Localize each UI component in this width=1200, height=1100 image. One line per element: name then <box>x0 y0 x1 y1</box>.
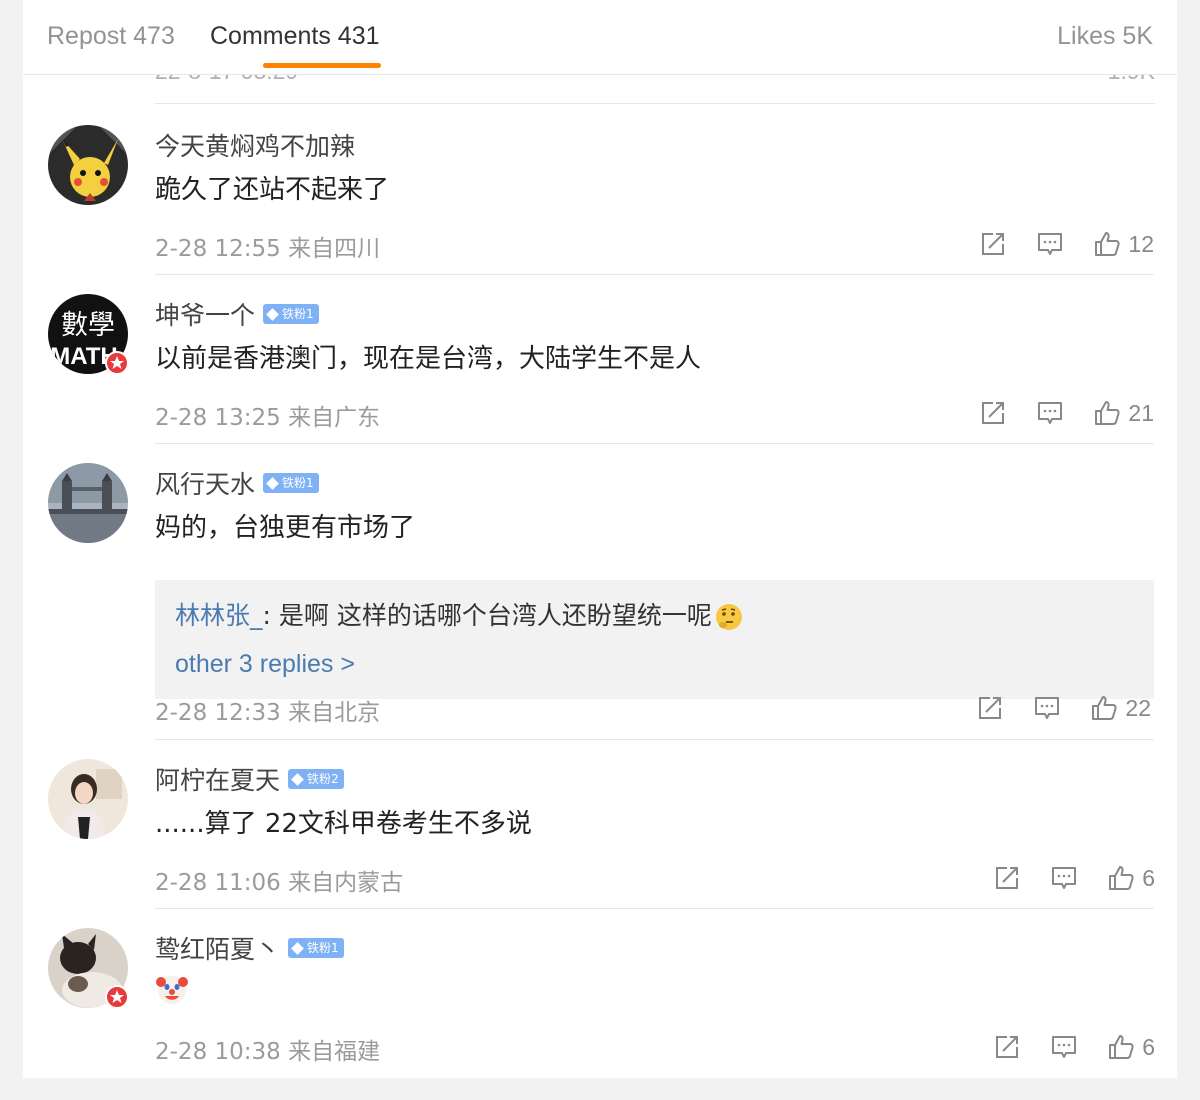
comment-actions: 12 <box>980 229 1154 259</box>
username[interactable]: 阿柠在夏天 <box>155 761 280 797</box>
divider <box>155 274 1154 275</box>
reply-text: : 是啊 这样的话哪个台湾人还盼望统一呢 <box>262 601 712 630</box>
bottom-margin <box>0 1078 1200 1100</box>
username[interactable]: 今天黄焖鸡不加辣 <box>155 127 355 163</box>
reply-username[interactable]: 林林张_ <box>175 601 263 630</box>
reply-preview[interactable]: 林林张_: 是啊 这样的话哪个台湾人还盼望统一呢 other 3 replies… <box>155 580 1154 699</box>
username[interactable]: 坤爷一个 <box>155 296 255 332</box>
comment-time: 2-28 12:55 来自四川 <box>155 236 381 262</box>
username[interactable]: 鸷红陌夏丶 <box>155 930 280 966</box>
share-icon[interactable] <box>977 695 1003 721</box>
comment-item: 數學 MATH 坤爷一个 铁粉1 以前是香港澳门，现在是台湾，大陆学生不是人 2… <box>48 294 1154 444</box>
tab-comments[interactable]: Comments 431 <box>210 22 380 51</box>
comment-item: 今天黄焖鸡不加辣 跪久了还站不起来了 2-28 12:55 来自四川 12 <box>48 125 1154 275</box>
fan-badge: 铁粉1 <box>263 473 319 493</box>
comment-icon[interactable] <box>1051 865 1077 891</box>
share-icon[interactable] <box>994 1034 1020 1060</box>
like-count: 12 <box>1128 230 1154 257</box>
tab-bar: Repost 473 Comments 431 Likes 5K <box>23 0 1177 75</box>
diamond-icon <box>266 476 279 490</box>
vip-badge-icon <box>105 351 129 375</box>
thumbs-up-icon <box>1091 695 1118 721</box>
tab-repost[interactable]: Repost 473 <box>47 22 175 51</box>
comment-time: 2-28 12:33 来自北京 <box>155 700 381 726</box>
reply-item: 林林张_: 是啊 这样的话哪个台湾人还盼望统一呢 <box>175 596 744 632</box>
like-button[interactable]: 6 <box>1108 865 1155 892</box>
comment-item: 鸷红陌夏丶 铁粉1 2-28 10:38 来自福建 6 <box>48 928 1155 1078</box>
svg-text:數學: 數學 <box>61 310 115 341</box>
share-icon[interactable] <box>980 231 1006 257</box>
thinking-face-emoji-icon <box>714 602 744 632</box>
comment-text: ......算了 22文科甲卷考生不多说 <box>155 809 532 839</box>
comment-item: 风行天水 铁粉1 妈的，台独更有市场了 林林张_: 是啊 这样的话哪个台湾人还盼… <box>48 463 1154 740</box>
thumbs-up-icon <box>1094 231 1121 257</box>
divider <box>155 908 1154 909</box>
like-count: 22 <box>1125 694 1151 721</box>
divider <box>155 443 1154 444</box>
comment-icon[interactable] <box>1037 400 1063 426</box>
comment-actions: 6 <box>994 863 1155 893</box>
vip-badge-icon <box>105 985 129 1009</box>
diamond-icon <box>266 307 279 321</box>
like-count: 6 <box>1142 1033 1155 1060</box>
comment-time: 2-28 10:38 来自福建 <box>155 1039 381 1065</box>
comment-icon[interactable] <box>1051 1034 1077 1060</box>
comment-actions: 21 <box>980 398 1154 428</box>
fan-badge: 铁粉2 <box>288 769 344 789</box>
comment-text: 以前是香港澳门，现在是台湾，大陆学生不是人 <box>155 344 702 374</box>
tab-likes[interactable]: Likes 5K <box>1057 22 1153 51</box>
clown-face-emoji-icon <box>155 972 189 1006</box>
share-icon[interactable] <box>980 400 1006 426</box>
share-icon[interactable] <box>994 865 1020 891</box>
comment-actions: 22 <box>977 693 1151 723</box>
comment-actions: 6 <box>994 1032 1155 1062</box>
left-margin <box>0 0 23 1100</box>
comment-time: 2-28 11:06 来自内蒙古 <box>155 870 404 896</box>
more-replies-link[interactable]: other 3 replies > <box>175 650 355 679</box>
comment-icon[interactable] <box>1037 231 1063 257</box>
active-tab-indicator <box>263 63 381 68</box>
like-count: 21 <box>1128 399 1154 426</box>
divider <box>155 739 1154 740</box>
comment-item: 阿柠在夏天 铁粉2 ......算了 22文科甲卷考生不多说 2-28 11:0… <box>48 759 1155 909</box>
like-button[interactable]: 22 <box>1091 695 1151 722</box>
thumbs-up-icon <box>1094 400 1121 426</box>
diamond-icon <box>291 941 304 955</box>
like-button[interactable]: 21 <box>1094 400 1154 427</box>
like-count: 6 <box>1142 864 1155 891</box>
thumbs-up-icon <box>1108 1034 1134 1060</box>
comment-time: 2-28 13:25 来自广东 <box>155 405 381 431</box>
tower-bridge-avatar[interactable] <box>48 463 128 543</box>
right-margin <box>1177 0 1200 1100</box>
like-button[interactable]: 6 <box>1108 1034 1155 1061</box>
diamond-icon <box>291 772 304 786</box>
pikachu-avatar[interactable] <box>48 125 128 205</box>
comment-text: 妈的，台独更有市场了 <box>155 513 416 543</box>
comment-icon[interactable] <box>1034 695 1060 721</box>
comment-text: 跪久了还站不起来了 <box>155 175 390 205</box>
fan-badge: 铁粉1 <box>288 938 344 958</box>
fan-badge: 铁粉1 <box>263 304 319 324</box>
girl-photo-avatar[interactable] <box>48 759 128 839</box>
thumbs-up-icon <box>1108 865 1134 891</box>
like-button[interactable]: 12 <box>1094 231 1154 258</box>
username[interactable]: 风行天水 <box>155 465 255 501</box>
